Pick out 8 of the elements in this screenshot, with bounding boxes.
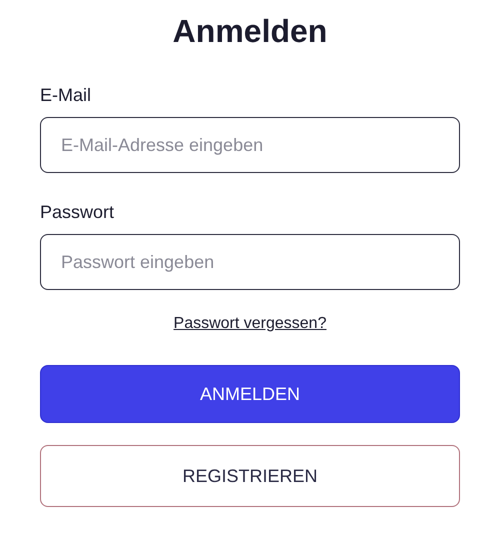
field-label: Passwort [40, 201, 116, 223]
input-field[interactable]: Passwort eingeben [40, 234, 460, 290]
forgot-password-link[interactable]: Passwort vergessen? [174, 314, 326, 334]
field-label: E-Mail [40, 84, 92, 106]
action-button[interactable]: REGISTRIEREN [40, 445, 460, 507]
input-field[interactable]: E-Mail-Adresse eingeben [40, 117, 460, 173]
page-title: Anmelden [172, 12, 328, 50]
action-button[interactable]: ANMELDEN [40, 365, 460, 423]
